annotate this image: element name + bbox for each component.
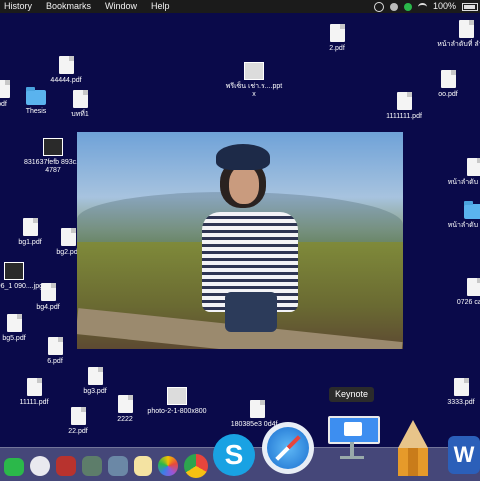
document-icon [61,228,76,246]
menu-bar: History Bookmarks Window Help 100% [0,0,480,13]
status-icon[interactable] [390,3,398,11]
image-thumbnail-icon [43,138,63,156]
document-icon [48,337,63,355]
pencil-tip-icon[interactable] [398,420,428,448]
desktop-file[interactable]: 0726 ca8c. [444,278,480,307]
itunes-icon[interactable] [30,456,50,476]
facetime-icon[interactable] [4,458,24,476]
document-icon [7,314,22,332]
wifi-icon[interactable] [418,3,427,11]
image-capture-icon[interactable] [108,456,128,476]
desktop-file[interactable]: 3333.pdf [431,378,480,407]
desktop-file[interactable]: บทที่1 [50,90,110,119]
document-icon [467,278,480,296]
document-icon [71,407,86,425]
document-icon [459,20,474,38]
document-icon [118,395,133,413]
presentation-thumbnail-icon [244,62,264,80]
document-icon [73,90,88,108]
document-icon [250,400,265,418]
notes-icon[interactable] [134,456,152,476]
desktop-file[interactable]: 831637fefb 893c...4787 [23,138,83,175]
keynote-icon[interactable] [328,416,380,444]
photos-icon[interactable] [158,456,178,476]
photo-booth-icon[interactable] [56,456,76,476]
menu-history[interactable]: History [4,0,32,13]
status-area: 100% [368,0,478,13]
battery-icon[interactable] [462,3,478,11]
skype-icon[interactable]: S [213,434,255,476]
document-icon [397,92,412,110]
document-icon [454,378,469,396]
chrome-icon[interactable] [184,454,208,478]
desktop-file[interactable]: 1111111.pdf [374,92,434,121]
folder-icon [464,204,480,219]
photo-person-beret [216,144,270,170]
desktop-file[interactable]: photo-2-1-800x800 [147,387,207,416]
line-icon[interactable] [404,3,412,11]
folder-icon [26,90,46,105]
desktop-file[interactable]: bg4.pdf [18,283,78,312]
safari-icon[interactable] [262,422,314,474]
menu-bookmarks[interactable]: Bookmarks [46,0,91,13]
desktop-photo[interactable] [77,132,403,349]
desktop-file[interactable]: 2.pdf [307,24,367,53]
image-thumbnail-icon [167,387,187,405]
image-thumbnail-icon [4,262,24,280]
keynote-base-icon [340,456,364,459]
pencil-icon[interactable] [398,448,428,476]
dock: S W [0,447,480,481]
document-icon [59,56,74,74]
sync-icon[interactable] [374,2,384,12]
desktop-file[interactable]: 6.pdf [25,337,85,366]
desktop-file[interactable]: bg3.pdf [65,367,125,396]
desktop-file[interactable]: หน้าลำดับที่ ลำลา1 [436,20,480,49]
photo-person-face [229,166,259,204]
document-icon [41,283,56,301]
document-icon [330,24,345,42]
document-icon [467,158,480,176]
desktop-folder[interactable]: หน้าลำดับ ลำลา3 [444,204,480,230]
desktop-file[interactable]: 11111.pdf [4,378,64,407]
desktop-file[interactable]: พรีเซ็น เช่า.ร....pptx [224,62,284,99]
menu-window[interactable]: Window [105,0,137,13]
dock-tooltip: Keynote [329,387,374,402]
document-icon [23,218,38,236]
document-icon [441,70,456,88]
desktop-file[interactable]: 22.pdf [48,407,108,436]
document-icon [88,367,103,385]
word-icon[interactable]: W [448,436,480,474]
document-icon [27,378,42,396]
photo-person-jeans [225,292,277,332]
battery-percent[interactable]: 100% [433,0,456,13]
desktop-file[interactable]: 44444.pdf [36,56,96,85]
desktop-file[interactable]: หน้าลำดับ ลำลา2 [444,158,480,187]
menu-help[interactable]: Help [151,0,170,13]
keynote-stand-icon [350,442,354,456]
preview-icon[interactable] [82,456,102,476]
